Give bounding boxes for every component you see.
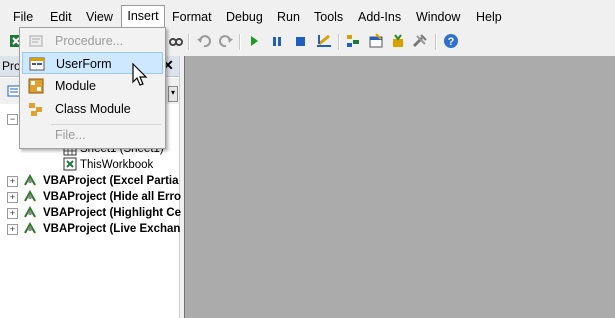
vba-project-icon xyxy=(24,205,36,218)
tree-node-vbaproject[interactable]: VBAProject (Excel Partia xyxy=(43,173,179,189)
run-icon[interactable] xyxy=(246,33,262,49)
vba-project-icon xyxy=(24,221,36,234)
menu-run[interactable]: Run xyxy=(275,6,302,28)
design-mode-icon[interactable] xyxy=(316,33,332,49)
vba-project-icon xyxy=(24,173,36,186)
menu-insert[interactable]: Insert xyxy=(121,5,165,28)
code-window-area[interactable] xyxy=(184,56,615,318)
properties-window-icon[interactable] xyxy=(368,33,384,49)
undo-icon[interactable] xyxy=(196,33,212,49)
collapse-toggle[interactable]: − xyxy=(7,114,18,125)
toolbar-separator xyxy=(338,34,340,50)
menu-edit[interactable]: Edit xyxy=(48,6,74,28)
toolbar-separator xyxy=(188,34,190,50)
menu-format[interactable]: Format xyxy=(170,6,214,28)
menu-item-procedure[interactable]: Procedure... xyxy=(22,30,163,52)
object-browser-icon[interactable] xyxy=(390,33,406,49)
menu-tools[interactable]: Tools xyxy=(312,6,345,28)
module-icon xyxy=(28,78,44,94)
redo-icon[interactable] xyxy=(218,33,234,49)
vba-project-icon xyxy=(24,189,36,202)
menu-window[interactable]: Window xyxy=(414,6,462,28)
find-icon[interactable] xyxy=(168,33,184,49)
menu-debug[interactable]: Debug xyxy=(224,6,265,28)
class-module-icon xyxy=(29,103,42,116)
break-icon[interactable] xyxy=(269,33,285,49)
expand-toggle[interactable]: + xyxy=(7,208,18,219)
toolbox-icon[interactable] xyxy=(412,33,428,49)
insert-menu-dropdown: Procedure... UserForm Module Class Modul… xyxy=(19,27,166,149)
help-icon[interactable]: ? xyxy=(443,33,459,49)
menu-file[interactable]: File xyxy=(11,6,35,28)
toolbar-separator xyxy=(239,34,241,50)
scroll-down-button[interactable]: ▾ xyxy=(168,86,178,102)
reset-icon[interactable] xyxy=(292,33,308,49)
procedure-icon xyxy=(29,35,43,47)
tree-node-thisworkbook[interactable]: ThisWorkbook xyxy=(80,157,153,173)
tree-node-vbaproject[interactable]: VBAProject (Highlight Ce xyxy=(43,205,181,221)
toolbar-separator xyxy=(435,34,437,50)
userform-icon xyxy=(29,57,45,71)
menu-bar: File Edit View Insert Format Debug Run T… xyxy=(0,5,615,28)
tree-node-vbaproject[interactable]: VBAProject (Hide all Erro xyxy=(43,189,181,205)
expand-toggle[interactable]: + xyxy=(7,224,18,235)
expand-toggle[interactable]: + xyxy=(7,176,18,187)
project-explorer-icon[interactable] xyxy=(345,33,361,49)
menu-add-ins[interactable]: Add-Ins xyxy=(356,6,403,28)
menu-item-class-module[interactable]: Class Module xyxy=(22,98,163,120)
expand-toggle[interactable]: + xyxy=(7,192,18,203)
svg-text:?: ? xyxy=(448,36,455,48)
menu-help[interactable]: Help xyxy=(474,6,504,28)
menu-view[interactable]: View xyxy=(84,6,115,28)
menu-item-file[interactable]: File... xyxy=(22,124,163,146)
mouse-cursor-icon xyxy=(132,63,148,86)
workbook-icon xyxy=(63,157,77,171)
tree-node-vbaproject[interactable]: VBAProject (Live Exchan xyxy=(43,221,180,237)
